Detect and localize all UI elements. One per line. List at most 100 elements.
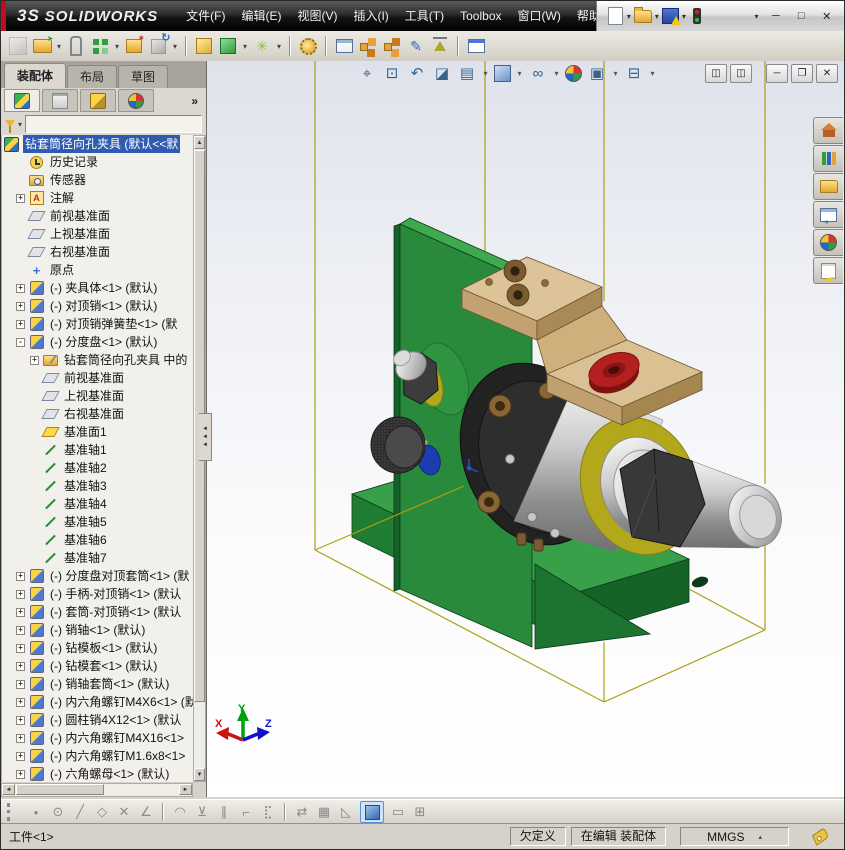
model-canvas[interactable]: X Y Z	[207, 61, 844, 797]
show-hidden-components-icon[interactable]	[193, 35, 215, 57]
dropdown-arrow-icon[interactable]: ▾	[171, 42, 179, 51]
scroll-up-button[interactable]: ▲	[194, 136, 205, 149]
linear-component-pattern-icon[interactable]	[89, 35, 111, 57]
solidworks-resources-icon[interactable]	[689, 7, 706, 25]
clamp-nut-shaft[interactable]	[619, 448, 788, 553]
tree-item[interactable]: 基准轴2	[2, 459, 193, 477]
tree-item[interactable]: + (-) 钻模套<1> (默认)	[2, 657, 193, 675]
tree-expander[interactable]: +	[16, 283, 25, 293]
toolbar-separator[interactable]	[325, 36, 327, 56]
child-close-button[interactable]: ✕	[816, 64, 838, 83]
menu-item[interactable]: 窗口(W)	[510, 1, 569, 31]
single-view-icon[interactable]: ▭	[390, 803, 406, 821]
tree-expander[interactable]: +	[16, 571, 25, 581]
dropdown-arrow-icon[interactable]: ▾	[482, 69, 489, 78]
scroll-thumb[interactable]	[16, 784, 104, 795]
tree-item[interactable]: + (-) 对顶销<1> (默认)	[2, 297, 193, 315]
dropdown-arrow-icon[interactable]: ▾	[754, 12, 758, 21]
new-motion-study-icon[interactable]	[297, 35, 319, 57]
menu-item[interactable]: 插入(I)	[345, 1, 396, 31]
scroll-right-button[interactable]: ►	[179, 784, 192, 795]
tree-item[interactable]: 基准轴7	[2, 549, 193, 567]
command-tab[interactable]: 装配体	[4, 63, 67, 88]
close-button[interactable]: ✕	[815, 7, 837, 25]
dropdown-arrow-icon[interactable]: ▾	[627, 12, 631, 21]
isolate-icon[interactable]	[465, 35, 487, 57]
tree-item[interactable]: 历史记录	[2, 153, 193, 171]
tree-item[interactable]: 基准轴6	[2, 531, 193, 549]
four-view-icon[interactable]: ⊞	[412, 803, 428, 821]
tree-item[interactable]: + (-) 销轴<1> (默认)	[2, 621, 193, 639]
zoom-fit-icon[interactable]: ⌖	[357, 63, 377, 83]
maximize-button[interactable]: □	[790, 7, 812, 25]
sketch-circle-icon[interactable]: ⊙	[50, 803, 66, 821]
view-selector-icon[interactable]: ▤	[457, 63, 477, 83]
child-minimize-button[interactable]: ─	[766, 64, 788, 83]
measure-angle-icon[interactable]: ◺	[338, 803, 354, 821]
tree-expander[interactable]: +	[16, 625, 25, 635]
scroll-down-button[interactable]: ▼	[194, 768, 205, 781]
command-tab[interactable]: 布局	[67, 65, 118, 88]
pane-toggle-left-button[interactable]: ◫	[705, 64, 727, 83]
sketch-arc-icon[interactable]: ◠	[172, 803, 188, 821]
sketch-angle-icon[interactable]: ∠	[138, 803, 154, 821]
tree-expander[interactable]: +	[16, 661, 25, 671]
sketch-trim-icon[interactable]: ✕	[116, 803, 132, 821]
tree-expander[interactable]: +	[16, 607, 25, 617]
tree-item[interactable]: - (-) 分度盘<1> (默认)	[2, 333, 193, 351]
shaded-view-button[interactable]	[360, 801, 384, 823]
tree-item[interactable]: 基准轴4	[2, 495, 193, 513]
tab-propertymanager[interactable]	[42, 89, 78, 112]
tab-configurationmanager[interactable]	[80, 89, 116, 112]
view-palette-tab[interactable]	[813, 201, 843, 228]
edit-appearance-icon[interactable]	[565, 64, 582, 82]
sketch-perpendicular-icon[interactable]: ⊻	[194, 803, 210, 821]
grid-snap-icon[interactable]: ▦	[316, 803, 332, 821]
tree-expander[interactable]: +	[16, 301, 25, 311]
tree-item[interactable]: + (-) 对顶销弹簧垫<1> (默	[2, 315, 193, 333]
tree-filter-input[interactable]	[25, 115, 202, 133]
scroll-left-button[interactable]: ◄	[2, 784, 15, 795]
tree-expander[interactable]: +	[16, 715, 25, 725]
tree-expander[interactable]: +	[16, 697, 25, 707]
status-units-selector[interactable]: MMGS ▴	[680, 827, 789, 846]
tree-horizontal-scrollbar[interactable]: ◄ ►	[1, 783, 193, 797]
zoom-area-icon[interactable]: ⊡	[382, 63, 402, 83]
toolbar-separator[interactable]	[185, 36, 187, 56]
sketch-spline-icon[interactable]: ⣏	[260, 803, 276, 821]
assembly-features-icon[interactable]	[217, 35, 239, 57]
filter-funnel-icon[interactable]	[5, 120, 15, 133]
tree-item[interactable]: + (-) 夹具体<1> (默认)	[2, 279, 193, 297]
tree-item[interactable]: 右视基准面	[2, 405, 193, 423]
dropdown-arrow-icon[interactable]: ▾	[55, 42, 63, 51]
tree-expander[interactable]: +	[16, 643, 25, 653]
menu-item[interactable]: Toolbox	[452, 1, 509, 31]
tree-item[interactable]: + (-) 圆柱销4X12<1> (默认	[2, 711, 193, 729]
new-document-button[interactable]	[607, 7, 624, 25]
tree-item[interactable]: 基准轴1	[2, 441, 193, 459]
sketch-parallel-icon[interactable]: ∥	[216, 803, 232, 821]
tree-expander[interactable]: -	[16, 337, 25, 347]
toolbar-separator[interactable]	[457, 36, 459, 56]
file-explorer-tab[interactable]	[813, 173, 843, 200]
sketch-polygon-icon[interactable]: ◇	[94, 803, 110, 821]
tree-item[interactable]: + (-) 内六角螺钉M1.6x8<1>	[2, 747, 193, 765]
tree-item[interactable]: + (-) 内六角螺钉M4X16<1>	[2, 729, 193, 747]
tab-featuremanager[interactable]	[4, 89, 40, 112]
toolbar-separator[interactable]	[284, 803, 286, 821]
tree-expander[interactable]: +	[16, 733, 25, 743]
dropdown-arrow-icon[interactable]: ▾	[241, 42, 249, 51]
rotate-component-icon[interactable]	[147, 31, 171, 57]
tree-item[interactable]: + (-) 钻模板<1> (默认)	[2, 639, 193, 657]
info-icon[interactable]	[712, 7, 729, 25]
view-settings-icon[interactable]: ⊟	[624, 63, 644, 83]
mate-icon[interactable]	[65, 35, 87, 57]
section-view-icon[interactable]: ◪	[432, 63, 452, 83]
apply-scene-icon[interactable]: ▣	[587, 63, 607, 83]
filter-dropdown-icon[interactable]: ▾	[18, 120, 22, 129]
command-tab[interactable]: 草图	[118, 65, 169, 88]
tree-item[interactable]: + (-) 手柄-对顶销<1> (默认	[2, 585, 193, 603]
insert-from-file-icon[interactable]	[31, 34, 54, 57]
insert-component-icon[interactable]	[7, 35, 29, 57]
previous-view-icon[interactable]: ↶	[407, 63, 427, 83]
